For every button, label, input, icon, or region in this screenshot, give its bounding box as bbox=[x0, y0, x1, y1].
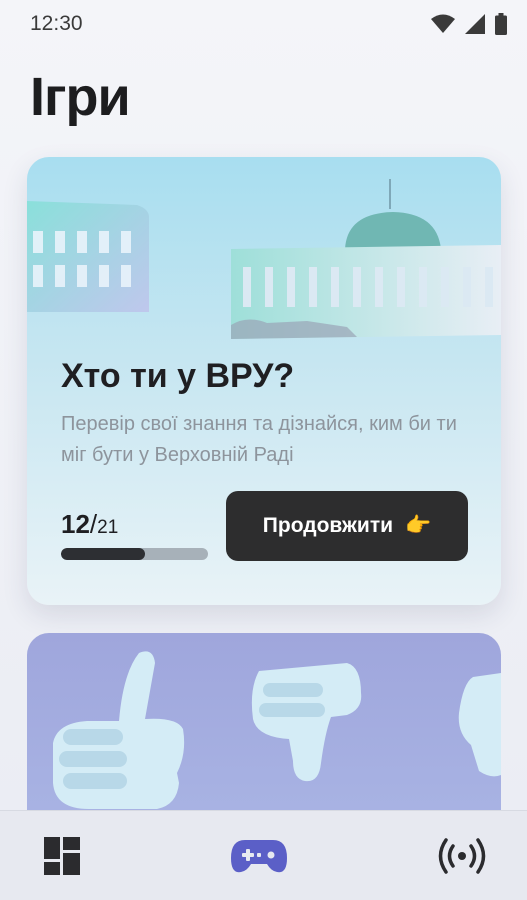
verkhovna-rada-image bbox=[27, 179, 501, 339]
gamepad-icon bbox=[230, 839, 287, 872]
continue-button[interactable]: Продовжити 👉 bbox=[226, 491, 468, 561]
progress-count: 12/21 bbox=[61, 509, 118, 540]
progress-total: 21 bbox=[97, 517, 119, 538]
pointing-hand-icon: 👉 bbox=[405, 514, 432, 537]
nav-dashboard[interactable] bbox=[44, 836, 80, 875]
game-card[interactable]: Хто ти у ВРУ? Перевір свої знання та діз… bbox=[27, 157, 501, 605]
page-title: Ігри bbox=[30, 67, 131, 127]
progress-fill bbox=[61, 548, 145, 560]
battery-icon bbox=[495, 13, 507, 35]
wifi-icon bbox=[431, 14, 455, 33]
thumbs-hands-image bbox=[53, 651, 501, 809]
dashboard-icon bbox=[44, 836, 80, 875]
nav-live[interactable] bbox=[437, 837, 487, 874]
status-time: 12:30 bbox=[30, 12, 83, 35]
game-description: Перевір свої знання та дізнайся, ким би … bbox=[61, 413, 457, 466]
continue-button-label: Продовжити bbox=[262, 514, 394, 537]
broadcast-icon bbox=[438, 837, 486, 874]
status-icons bbox=[431, 13, 507, 35]
nav-games[interactable] bbox=[230, 838, 287, 874]
progress-bar bbox=[61, 548, 208, 560]
status-bar: 12:30 bbox=[0, 0, 527, 48]
cell-signal-icon bbox=[465, 14, 485, 34]
progress-current: 12 bbox=[61, 509, 90, 539]
game-card[interactable] bbox=[27, 633, 501, 833]
bottom-navigation bbox=[0, 810, 527, 900]
game-title: Хто ти у ВРУ? bbox=[61, 357, 295, 395]
